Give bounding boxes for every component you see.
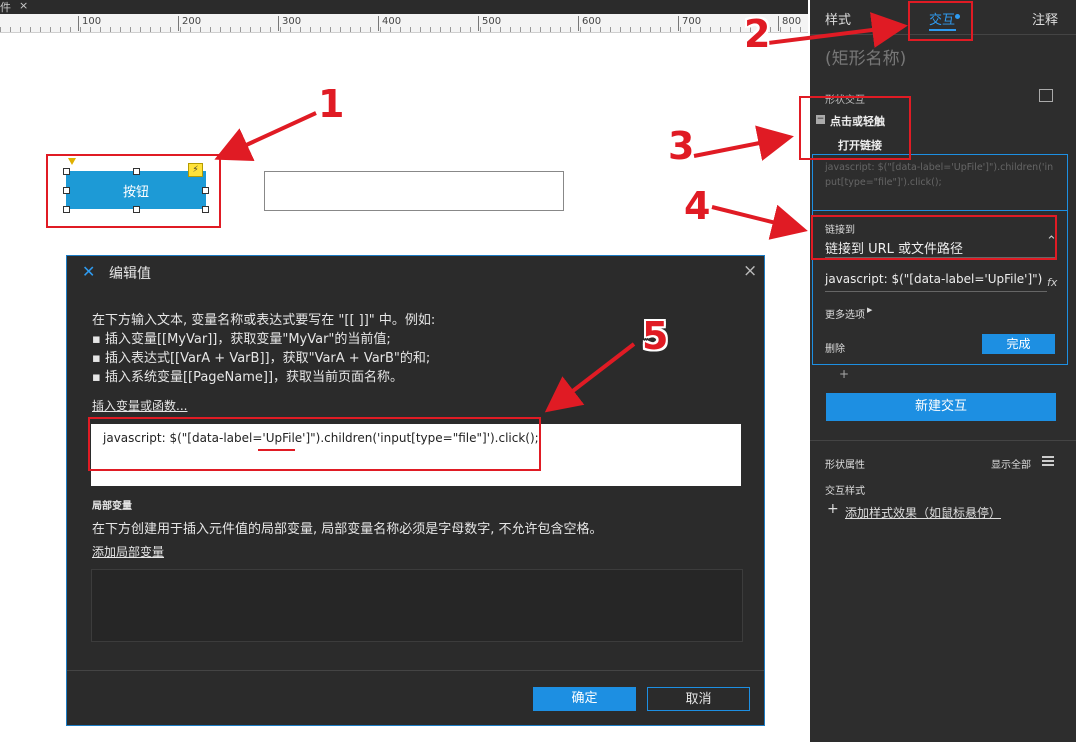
annotation-number-3: 3 — [668, 124, 695, 168]
annotation-number-5: 5 — [642, 314, 669, 358]
arrow-4 — [711, 204, 808, 240]
annotation-number-2: 2 — [744, 12, 771, 56]
arrow-3 — [693, 125, 794, 161]
annotation-number-1: 1 — [318, 82, 345, 126]
annotation-number-4: 4 — [684, 184, 711, 228]
arrow-5 — [544, 342, 636, 413]
arrow-1 — [214, 111, 317, 162]
arrow-2 — [751, 12, 908, 48]
annotation-arrows — [214, 12, 908, 413]
